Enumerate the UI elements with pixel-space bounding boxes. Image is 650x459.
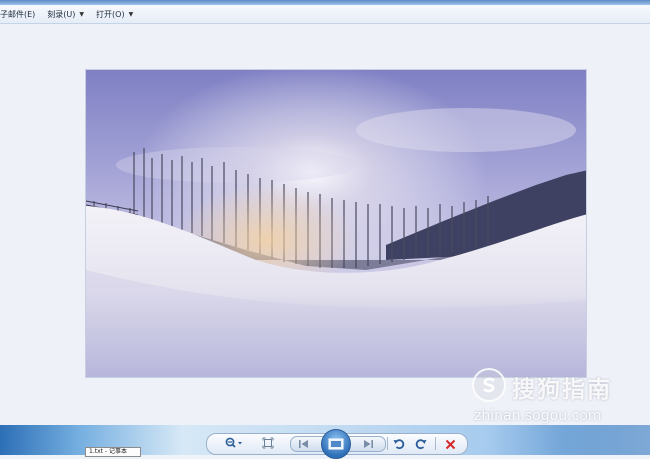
zoom-icon: [225, 437, 242, 448]
menu-burn-label: 刻录(U): [47, 9, 76, 19]
rotate-counterclockwise-button[interactable]: [392, 437, 406, 451]
rotate-right-icon: [415, 439, 427, 450]
menu-open-label: 打开(O): [96, 9, 125, 19]
watermark-title: 搜狗指南: [512, 377, 612, 403]
fit-to-window-button[interactable]: [261, 436, 275, 450]
menu-email[interactable]: 子邮件(E): [0, 5, 41, 23]
watermark-url: zhinan.sogou.com: [474, 408, 602, 424]
next-button[interactable]: [360, 437, 376, 451]
taskbar-notepad-item[interactable]: 1.txt - 记事本: [85, 447, 141, 457]
delete-icon: [445, 439, 455, 449]
toolbar-separator: [387, 437, 388, 450]
previous-icon: [299, 440, 308, 448]
taskbar-glow: [560, 425, 650, 455]
slideshow-icon: [328, 438, 344, 450]
displayed-photo: [85, 69, 587, 378]
rotate-clockwise-button[interactable]: [414, 437, 428, 451]
menu-burn[interactable]: 刻录(U) ▼: [41, 5, 90, 23]
fit-window-icon: [262, 437, 274, 449]
previous-button[interactable]: [296, 437, 312, 451]
rotate-left-icon: [393, 439, 405, 450]
sogou-logo-icon: [472, 368, 506, 402]
chevron-down-icon: ▼: [128, 10, 134, 18]
notepad-tab-label: 1.txt - 记事本: [89, 448, 127, 455]
menu-bar: 子邮件(E) 刻录(U) ▼ 打开(O) ▼: [0, 5, 650, 24]
chevron-down-icon: ▼: [79, 10, 85, 18]
snow-landscape-image: [86, 70, 586, 377]
menu-email-label: 子邮件(E): [0, 9, 36, 19]
menu-open[interactable]: 打开(O) ▼: [90, 5, 139, 23]
watermark: 搜狗指南 zhinan.sogou.com: [472, 368, 642, 428]
next-icon: [364, 440, 373, 448]
delete-button[interactable]: [443, 437, 457, 451]
toolbar-separator: [435, 437, 436, 450]
zoom-button[interactable]: [222, 436, 246, 450]
